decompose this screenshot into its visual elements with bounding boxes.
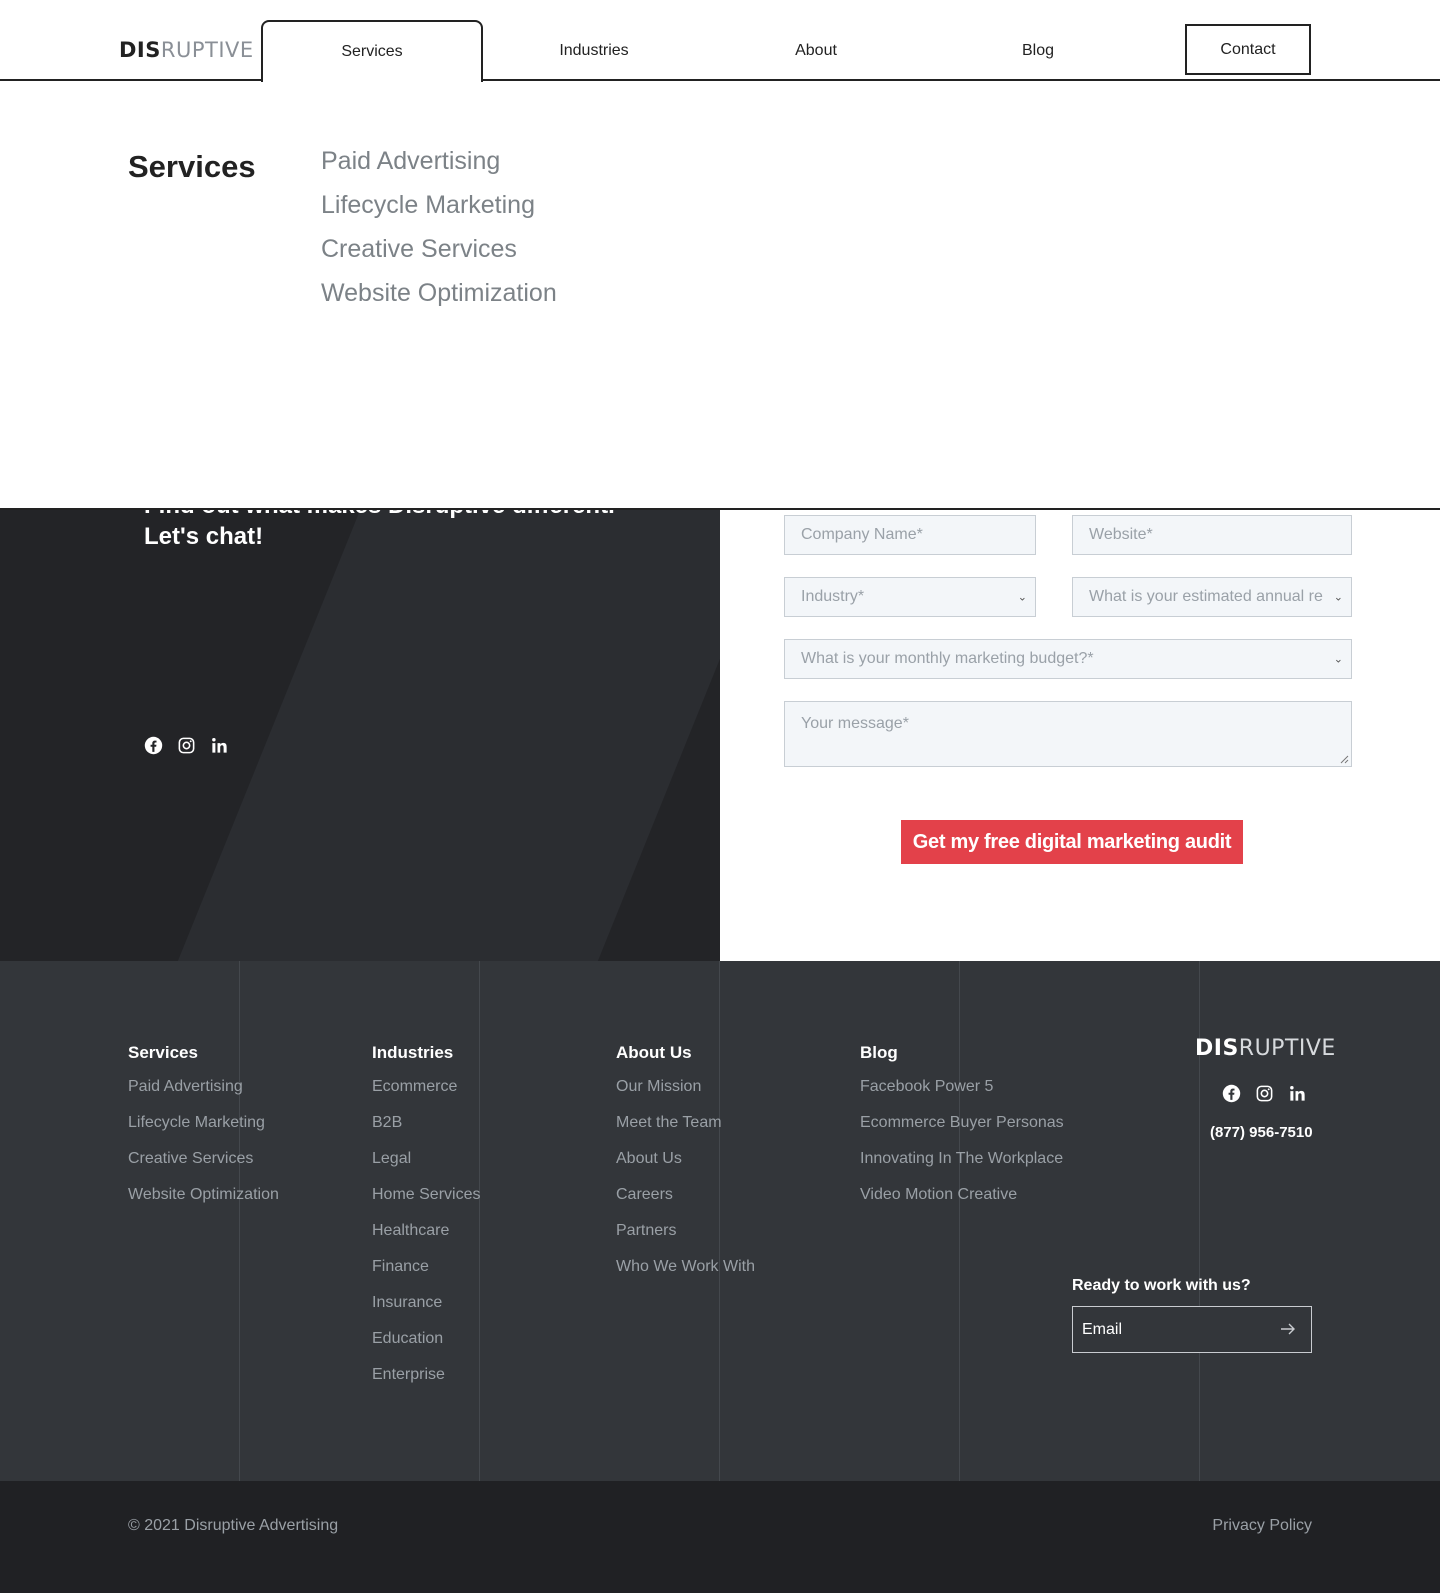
- nav-industries[interactable]: Industries: [483, 20, 705, 81]
- contact-button-label: Contact: [1220, 40, 1276, 58]
- chevron-down-icon: ⌄: [1333, 653, 1343, 666]
- industry-select[interactable]: Industry* ⌄: [784, 577, 1036, 617]
- message-placeholder: Your message*: [801, 715, 909, 732]
- ready-label: Ready to work with us?: [1072, 1277, 1251, 1294]
- footer-divider: [959, 961, 960, 1481]
- footer-link[interactable]: Home Services: [372, 1183, 480, 1219]
- footer-logo-light-text: RUPTIVE: [1238, 1036, 1336, 1061]
- footer-link[interactable]: Video Motion Creative: [860, 1183, 1064, 1219]
- revenue-select[interactable]: What is your estimated annual re ⌄: [1072, 577, 1352, 617]
- website-placeholder: Website*: [1089, 526, 1153, 543]
- contact-form: Company Name* Website* Industry* ⌄ What …: [720, 510, 1440, 961]
- submit-audit-button[interactable]: Get my free digital marketing audit: [901, 820, 1243, 864]
- logo[interactable]: DISRUPTIVE: [119, 38, 254, 62]
- nav-about[interactable]: About: [705, 20, 927, 81]
- dropdown-links: Paid Advertising Lifecycle Marketing Cre…: [321, 145, 557, 321]
- nav-blog-label: Blog: [1021, 41, 1055, 59]
- dropdown-link-lifecycle-marketing[interactable]: Lifecycle Marketing: [321, 189, 557, 233]
- footer-column-title[interactable]: Blog: [860, 1043, 1064, 1063]
- nav-services[interactable]: Services: [261, 20, 483, 82]
- privacy-policy-link[interactable]: Privacy Policy: [1212, 1517, 1312, 1535]
- nav-industries-label: Industries: [559, 41, 629, 59]
- linkedin-icon[interactable]: [1288, 1084, 1307, 1103]
- logo-light-text: RUPTIVE: [160, 38, 254, 62]
- facebook-icon[interactable]: [1222, 1084, 1241, 1103]
- chevron-down-icon: ⌄: [1017, 591, 1027, 604]
- site-header: DISRUPTIVE Services Industries About Blo…: [0, 0, 1440, 82]
- budget-placeholder: What is your monthly marketing budget?*: [801, 650, 1094, 667]
- nav-blog[interactable]: Blog: [927, 20, 1149, 81]
- footer-logo-bold-text: DIS: [1195, 1036, 1239, 1061]
- contact-button[interactable]: Contact: [1185, 24, 1311, 75]
- footer-link[interactable]: Ecommerce Buyer Personas: [860, 1111, 1064, 1147]
- chevron-down-icon: ⌄: [1330, 590, 1343, 604]
- footer-link[interactable]: Finance: [372, 1255, 480, 1291]
- footer-link[interactable]: Paid Advertising: [128, 1075, 279, 1111]
- headline-line-1: Find out what makes Disruptive different…: [144, 510, 615, 521]
- decorative-stripe: [150, 510, 720, 961]
- contact-panel: Find out what makes Disruptive different…: [0, 510, 720, 961]
- instagram-icon[interactable]: [177, 736, 196, 755]
- dropdown-link-website-optimization[interactable]: Website Optimization: [321, 277, 557, 321]
- footer-link[interactable]: Creative Services: [128, 1147, 279, 1183]
- footer-link[interactable]: Legal: [372, 1147, 480, 1183]
- dropdown-title: Services: [128, 149, 256, 184]
- footer-column-title[interactable]: Industries: [372, 1043, 480, 1063]
- footer-link[interactable]: B2B: [372, 1111, 480, 1147]
- industry-placeholder: Industry*: [801, 588, 865, 605]
- footer-divider: [239, 961, 240, 1481]
- copyright: © 2021 Disruptive Advertising: [128, 1517, 339, 1534]
- contact-section: Find out what makes Disruptive different…: [0, 510, 1440, 961]
- footer-column-title[interactable]: Services: [128, 1043, 279, 1063]
- footer-link[interactable]: Careers: [616, 1183, 755, 1219]
- footer-link[interactable]: Facebook Power 5: [860, 1075, 1064, 1111]
- phone-number[interactable]: (877) 956-7510: [1210, 1124, 1313, 1141]
- bottom-bar: © 2021 Disruptive Advertising Privacy Po…: [0, 1481, 1440, 1593]
- contact-social-links: [144, 736, 229, 755]
- footer-column-blog: Blog Facebook Power 5 Ecommerce Buyer Pe…: [860, 1043, 1064, 1219]
- linkedin-icon[interactable]: [210, 736, 229, 755]
- footer-social-links: [1222, 1084, 1307, 1103]
- website-input[interactable]: Website*: [1072, 515, 1352, 555]
- email-placeholder: Email: [1082, 1320, 1123, 1338]
- revenue-placeholder: What is your estimated annual re: [1089, 588, 1323, 605]
- budget-select[interactable]: What is your monthly marketing budget?* …: [784, 639, 1352, 679]
- footer-link[interactable]: Partners: [616, 1219, 755, 1255]
- site-footer: Services Paid Advertising Lifecycle Mark…: [0, 961, 1440, 1481]
- footer-link[interactable]: Ecommerce: [372, 1075, 480, 1111]
- services-dropdown: Services Paid Advertising Lifecycle Mark…: [0, 81, 1440, 510]
- nav-about-label: About: [795, 41, 837, 59]
- logo-bold-text: DIS: [119, 38, 161, 62]
- footer-column-services: Services Paid Advertising Lifecycle Mark…: [128, 1043, 279, 1219]
- nav-services-label: Services: [341, 43, 403, 60]
- headline-line-2: Let's chat!: [144, 523, 264, 550]
- footer-link[interactable]: Meet the Team: [616, 1111, 755, 1147]
- footer-logo[interactable]: DISRUPTIVE: [1195, 1036, 1336, 1061]
- instagram-icon[interactable]: [1255, 1084, 1274, 1103]
- footer-link[interactable]: Innovating In The Workplace: [860, 1147, 1064, 1183]
- company-name-input[interactable]: Company Name*: [784, 515, 1036, 555]
- footer-column-title[interactable]: About Us: [616, 1043, 755, 1063]
- footer-link[interactable]: Lifecycle Marketing: [128, 1111, 279, 1147]
- company-name-placeholder: Company Name*: [801, 526, 923, 543]
- facebook-icon[interactable]: [144, 736, 163, 755]
- footer-link[interactable]: About Us: [616, 1147, 755, 1183]
- footer-link[interactable]: Insurance: [372, 1291, 480, 1327]
- footer-link[interactable]: Enterprise: [372, 1363, 480, 1399]
- contact-headline: Find out what makes Disruptive different…: [144, 510, 615, 552]
- message-textarea[interactable]: Your message*: [784, 701, 1352, 767]
- footer-link[interactable]: Healthcare: [372, 1219, 480, 1255]
- resize-handle-icon[interactable]: [1339, 754, 1349, 764]
- footer-link[interactable]: Who We Work With: [616, 1255, 755, 1291]
- submit-button-label: Get my free digital marketing audit: [912, 830, 1232, 853]
- footer-column-about: About Us Our Mission Meet the Team About…: [616, 1043, 755, 1291]
- dropdown-link-paid-advertising[interactable]: Paid Advertising: [321, 145, 557, 189]
- arrow-right-icon[interactable]: [1279, 1320, 1297, 1338]
- footer-link[interactable]: Website Optimization: [128, 1183, 279, 1219]
- footer-link[interactable]: Education: [372, 1327, 480, 1363]
- dropdown-link-creative-services[interactable]: Creative Services: [321, 233, 557, 277]
- footer-link[interactable]: Our Mission: [616, 1075, 755, 1111]
- footer-column-industries: Industries Ecommerce B2B Legal Home Serv…: [372, 1043, 480, 1399]
- email-input[interactable]: Email: [1072, 1306, 1312, 1353]
